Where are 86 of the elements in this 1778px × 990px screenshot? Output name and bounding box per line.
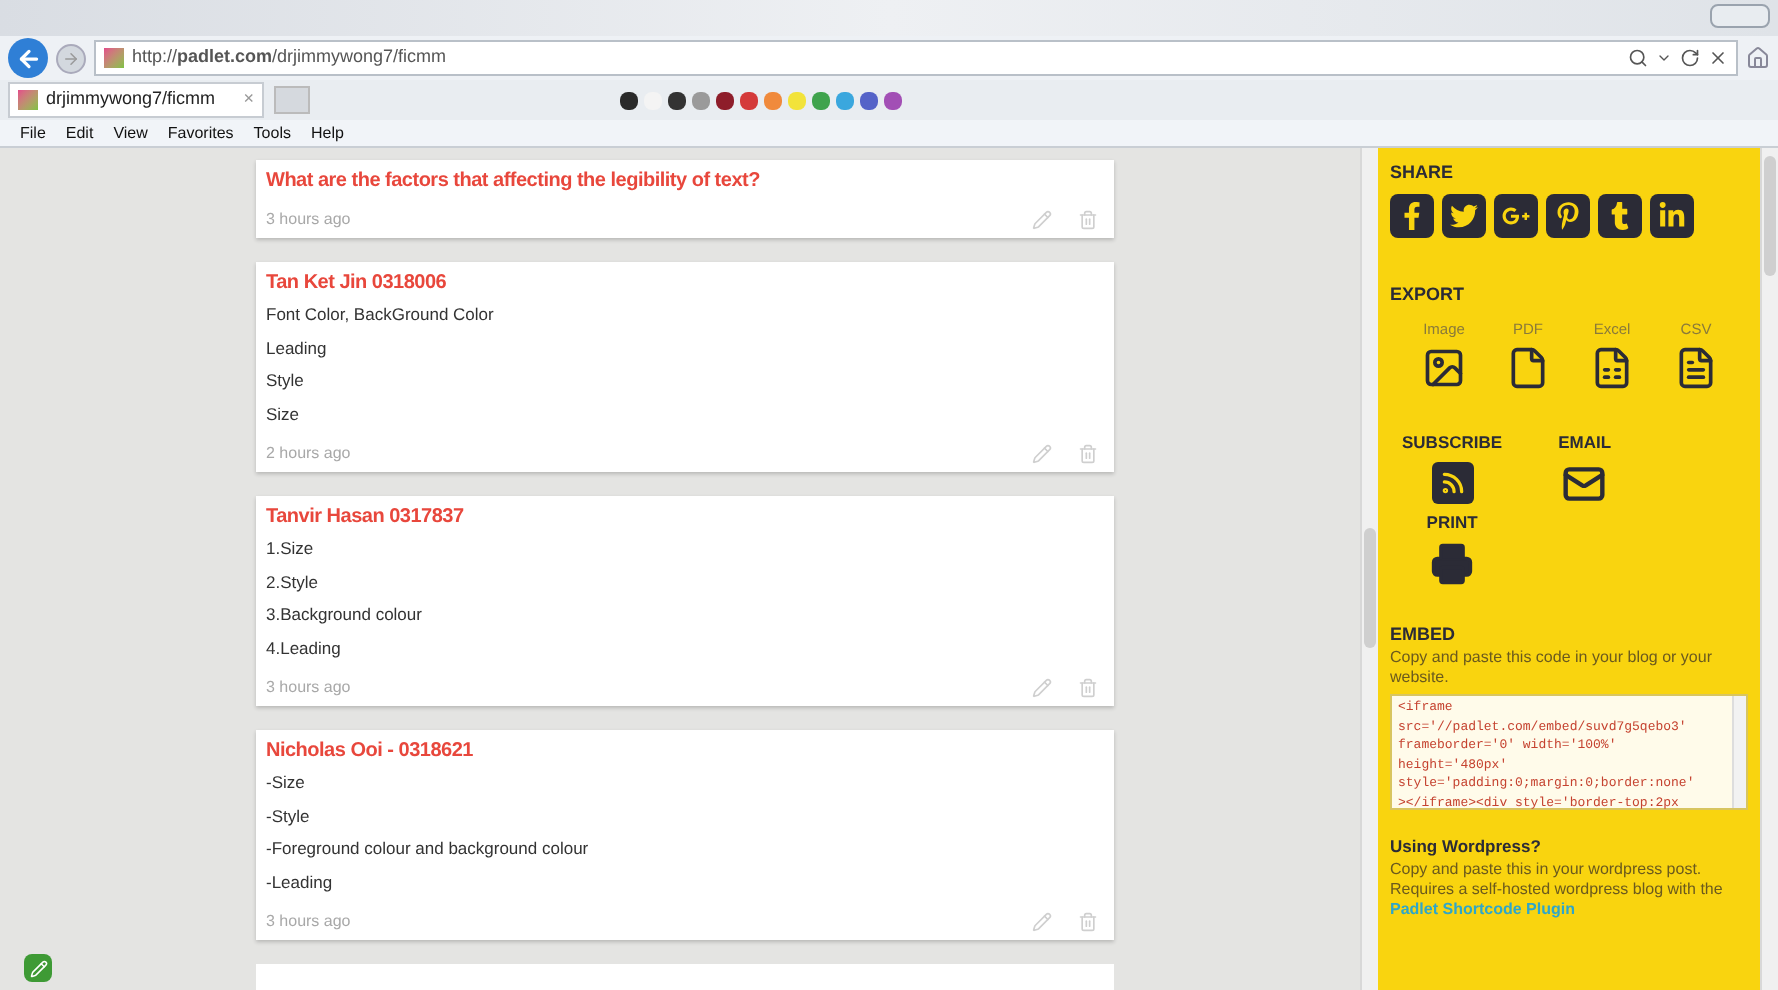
- back-button[interactable]: [8, 38, 48, 78]
- trash-icon: [1078, 444, 1098, 464]
- spreadsheet-icon: [1590, 346, 1634, 391]
- linkedin-icon[interactable]: [1650, 193, 1694, 237]
- post-line: Font Color, BackGround Color: [266, 302, 496, 328]
- color-swatch[interactable]: [716, 91, 734, 109]
- color-swatch[interactable]: [740, 91, 758, 109]
- post-time: 3 hours ago: [266, 676, 353, 700]
- site-favicon-icon: [104, 48, 124, 68]
- browser-tab[interactable]: drjimmywong7/ficmm ×: [8, 82, 264, 118]
- window-controls[interactable]: [1710, 4, 1770, 28]
- menu-item[interactable]: Edit: [65, 121, 94, 145]
- post-title: Nicholas Ooi - 0318621: [266, 738, 475, 766]
- post-title: Tan Ket Jin 0318006: [266, 270, 449, 298]
- close-icon: [1708, 48, 1728, 68]
- post-title: Tanvir Hasan 0317837: [266, 504, 466, 532]
- post-line: Size: [266, 401, 302, 427]
- site-favicon-icon: [18, 90, 38, 110]
- file-icon: [1506, 346, 1550, 391]
- post-line: -Leading: [266, 869, 335, 896]
- post-line: 3.Background colour: [266, 602, 424, 628]
- post-line: 1.Size: [266, 536, 316, 562]
- tab-title: drjimmywong7/ficmm: [46, 86, 218, 113]
- search-icon: [1628, 48, 1648, 68]
- wordpress-heading: Using Wordpress?: [1390, 834, 1543, 860]
- post-time: 3 hours ago: [266, 910, 353, 934]
- color-swatch[interactable]: [692, 91, 710, 109]
- color-swatch[interactable]: [764, 91, 782, 109]
- post-line: Style: [266, 368, 306, 394]
- menu-item[interactable]: Tools: [253, 121, 291, 145]
- post-line: Leading: [266, 335, 329, 362]
- post-time: 3 hours ago: [266, 208, 353, 232]
- scrollbar[interactable]: [1360, 148, 1378, 990]
- trash-icon: [1078, 678, 1098, 698]
- edit-button[interactable]: [24, 954, 52, 982]
- color-swatch[interactable]: [812, 91, 830, 109]
- home-icon: [1746, 46, 1770, 70]
- address-text: http://padlet.com/drjimmywong7/ficmm: [132, 44, 449, 71]
- caret-icon: [1656, 50, 1672, 66]
- post-line: 2.Style: [266, 569, 320, 596]
- edit-icon: [1032, 210, 1052, 230]
- edit-icon: [1032, 678, 1052, 698]
- email-label: EMAIL: [1558, 430, 1612, 456]
- subscribe-label: SUBSCRIBE: [1402, 430, 1503, 456]
- share-heading: SHARE: [1390, 160, 1456, 186]
- trash-icon: [1078, 210, 1098, 230]
- facebook-icon[interactable]: [1390, 193, 1434, 237]
- color-swatch[interactable]: [668, 91, 686, 109]
- export-heading: EXPORT: [1390, 281, 1467, 307]
- edit-icon: [1032, 912, 1052, 932]
- address-bar[interactable]: http://padlet.com/drjimmywong7/ficmm: [94, 40, 1738, 76]
- embed-description: Copy and paste this code in your blog or your website.: [1390, 648, 1714, 689]
- pinterest-icon[interactable]: [1546, 193, 1590, 237]
- color-swatch[interactable]: [860, 91, 878, 109]
- mail-icon: [1562, 462, 1607, 506]
- color-swatch[interactable]: [836, 91, 854, 109]
- googleplus-icon[interactable]: [1494, 193, 1538, 237]
- post-line: -Foreground colour and background colour: [266, 836, 591, 862]
- document-icon: [1674, 346, 1718, 391]
- scrollbar[interactable]: [1760, 148, 1778, 990]
- menu-item[interactable]: Favorites: [167, 121, 234, 145]
- post-line: -Size: [266, 770, 307, 796]
- wordpress-description: Copy and paste this in your wordpress post. Requires a self-hosted wordpress blog with the: [1390, 860, 1725, 900]
- arrow-left-icon: [15, 45, 41, 71]
- color-swatch[interactable]: [620, 91, 638, 109]
- image-icon: [1422, 346, 1466, 391]
- menu-item[interactable]: View: [113, 121, 148, 145]
- post-line: 4.Leading: [266, 635, 343, 662]
- post-line: -Style: [266, 803, 312, 830]
- menu-item[interactable]: Help: [310, 121, 344, 145]
- print-label: PRINT: [1426, 510, 1478, 536]
- trash-icon: [1078, 912, 1098, 932]
- arrow-right-icon: [62, 49, 80, 67]
- color-swatch[interactable]: [788, 91, 806, 109]
- post-title: What are the factors that affecting the legibility of text?: [266, 168, 762, 196]
- post-time: 2 hours ago: [266, 442, 353, 466]
- tumblr-icon[interactable]: [1598, 193, 1642, 237]
- embed-heading: EMBED: [1390, 621, 1458, 648]
- scrollbar[interactable]: [1732, 696, 1746, 809]
- rss-icon[interactable]: [1431, 462, 1474, 504]
- forward-button[interactable]: [56, 43, 86, 73]
- edit-icon: [1032, 444, 1052, 464]
- twitter-icon[interactable]: [1442, 193, 1486, 237]
- color-swatch[interactable]: [884, 91, 902, 109]
- refresh-icon: [1680, 48, 1700, 68]
- menu-item[interactable]: File: [20, 121, 46, 145]
